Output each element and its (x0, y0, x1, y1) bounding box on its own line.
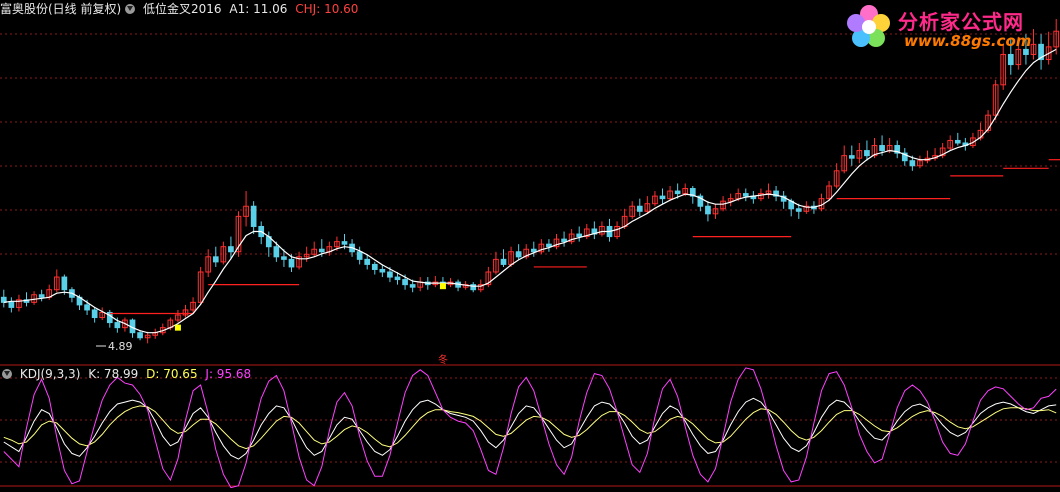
candle-body (636, 205, 643, 212)
stock-title[interactable]: 富奥股份(日线 前复权) (0, 2, 121, 16)
candle-body (250, 205, 257, 227)
dropdown-icon[interactable] (125, 4, 136, 14)
candle-body (91, 309, 98, 319)
candle-body (38, 294, 45, 298)
chart-canvas[interactable]: 4.89 冬 (0, 0, 1060, 489)
chart-stage[interactable]: 4.89 冬 富奥股份(日线 前复权) 低位金叉2016 A1: 11.06 C… (0, 0, 1060, 489)
candle-body (402, 279, 408, 286)
candle-body (546, 243, 552, 248)
candle-body (409, 284, 416, 288)
low-price-label: 4.89 (108, 340, 133, 353)
golden-cross-point (439, 283, 446, 290)
logo-text: 分析家公式网 (898, 10, 1024, 34)
logo-url: www.88gs.com (904, 32, 1032, 50)
candle-body (674, 190, 681, 195)
candle-body (318, 248, 325, 253)
candle-body (341, 241, 348, 245)
candle-body (137, 332, 143, 339)
candle-body (212, 256, 219, 263)
candle-body (61, 276, 68, 291)
sub-header: KDJ(9,3,3) K: 78.99 D: 70.65 J: 95.68 (2, 367, 255, 381)
candle-body (795, 208, 802, 212)
candle-body (954, 139, 961, 144)
candle-body (659, 195, 666, 200)
candle-body (864, 150, 870, 157)
candle-body (561, 238, 567, 243)
candle-body (848, 155, 855, 159)
candle-body (273, 246, 280, 258)
candle-body (530, 248, 537, 253)
ma-line (3, 48, 1057, 334)
a1-value: A1: 11.06 (229, 2, 288, 16)
indicator-name[interactable]: 低位金叉2016 (143, 2, 222, 16)
k-value: K: 78.99 (88, 367, 139, 381)
flower-icon (847, 5, 890, 47)
candle-body (909, 160, 916, 167)
candle-body (879, 145, 885, 152)
kdj-line-k (3, 397, 1057, 460)
candle-body (705, 205, 711, 215)
golden-cross-point (174, 324, 181, 331)
kdj-line-d (3, 405, 1057, 450)
candle-body (742, 193, 749, 197)
d-value: D: 70.65 (146, 367, 198, 381)
dropdown-icon[interactable] (2, 369, 12, 379)
kdj-series (3, 367, 1057, 489)
candle-body (576, 233, 583, 238)
candle-body (371, 263, 378, 270)
candle-body (394, 276, 401, 281)
candle-body (387, 271, 393, 278)
j-value: J: 95.68 (205, 367, 252, 381)
golden-cross-points (174, 283, 446, 331)
candle-body (8, 301, 15, 308)
candle-body (379, 268, 386, 273)
site-logo: 分析家公式网 www.88gs.com (844, 2, 1054, 54)
candle-body (114, 322, 121, 329)
main-header: 富奥股份(日线 前复权) 低位金叉2016 A1: 11.06 CHJ: 10.… (0, 2, 362, 16)
candle-body (364, 258, 371, 265)
candle-body (500, 258, 507, 265)
candle-body (228, 246, 234, 253)
candle-body (1007, 53, 1014, 66)
candle-body (281, 256, 287, 260)
candle-body (288, 258, 295, 268)
candlestick-series (0, 19, 1060, 344)
chj-value: CHJ: 10.60 (295, 2, 359, 16)
candle-body (356, 251, 363, 260)
candle-body (84, 304, 90, 311)
kdj-line-j (3, 367, 1057, 489)
kdj-name[interactable]: KDJ(9,3,3) (20, 367, 81, 381)
candle-body (515, 251, 522, 258)
pane-marker: 冬 (438, 353, 448, 366)
